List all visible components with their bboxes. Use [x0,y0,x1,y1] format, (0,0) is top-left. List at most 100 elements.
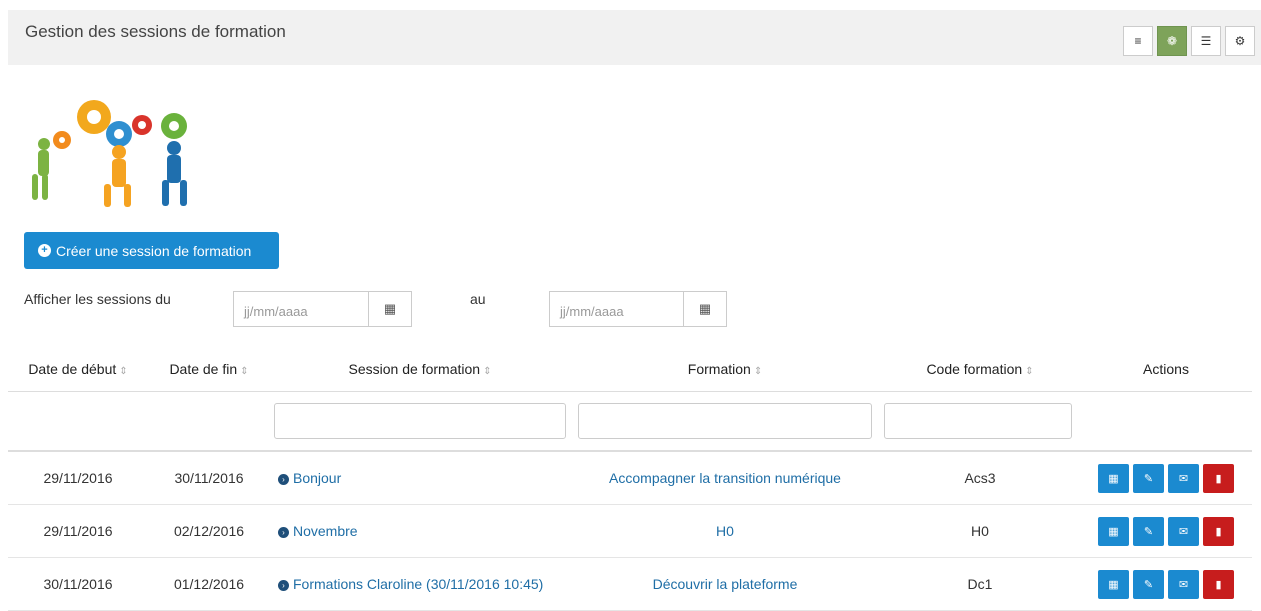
start-date: 29/11/2016 [8,504,148,558]
actions-cell: ▦ ✎ ✉ ▮ [1080,504,1252,558]
person-blue [162,141,187,206]
date-to-input[interactable]: jj/mm/aaaa [550,292,683,326]
code-filter-input[interactable] [884,403,1072,439]
formation-cell: Accompagner la transition numérique [570,451,880,505]
sort-icon: ⇕ [483,365,492,377]
end-date: 30/11/2016 [148,451,270,505]
email-button[interactable]: ✉ [1168,569,1199,599]
calendar-icon: ▦ [1108,472,1119,485]
column-header-actions: Actions [1080,346,1252,392]
database-view-button[interactable]: ☰ [1191,26,1221,56]
calendar-icon[interactable]: ▦ [368,292,411,326]
calendar-button[interactable]: ▦ [1098,463,1129,493]
column-header-start[interactable]: Date de début ⇕ [8,346,148,392]
date-to-field[interactable]: jj/mm/aaaa ▦ [549,291,727,327]
view-switcher: ≡ ❁ ☰ ⚙ [1123,26,1255,56]
actions-cell: ▦ ✎ ✉ ▮ [1080,557,1252,611]
sort-icon: ⇕ [753,365,763,377]
page-header: Gestion des sessions de formation ≡ ❁ ☰ … [8,10,1261,65]
edit-icon: ✎ [1143,472,1154,485]
gear-icon-orange [77,100,111,134]
gear-icon-green [161,113,187,139]
filter-from-label: Afficher les sessions du [24,291,171,307]
formation-link[interactable]: Découvrir la plateforme [653,576,798,592]
formation-link[interactable]: H0 [716,523,734,539]
formation-link[interactable]: Accompagner la transition numérique [609,470,841,486]
trash-icon: ▮ [1215,525,1222,538]
calendar-icon: ▦ [1108,525,1119,538]
trash-icon: ▮ [1215,472,1222,485]
page-title: Gestion des sessions de formation [25,22,286,41]
session-filter-input[interactable] [274,403,566,439]
person-orange [104,145,131,207]
gear-icon-red [132,115,152,135]
start-date: 30/11/2016 [8,557,148,611]
calendar-view-button[interactable]: ❁ [1157,26,1187,56]
table-row: 29/11/2016 30/11/2016 › Bonjour Accompagn… [8,451,1252,505]
column-header-session[interactable]: Session de formation ⇕ [270,346,570,392]
email-button[interactable]: ✉ [1168,516,1199,546]
gears-people-logo [32,100,187,207]
gear-icon-blue [106,121,132,147]
end-date: 02/12/2016 [148,504,270,558]
settings-button[interactable]: ⚙ [1225,26,1255,56]
create-session-label: Créer une session de formation [56,242,252,259]
actions-cell: ▦ ✎ ✉ ▮ [1080,451,1252,505]
chevron-right-icon: › [278,579,289,591]
envelope-icon: ✉ [1178,525,1189,538]
formation-filter-input[interactable] [578,403,872,439]
start-date: 29/11/2016 [8,451,148,505]
code-cell: H0 [880,504,1080,558]
end-date: 01/12/2016 [148,557,270,611]
table-header-row: Date de début ⇕ Date de fin ⇕ Session de f… [8,346,1252,392]
gear-icon-small-orange [53,131,71,149]
code-cell: Dc1 [880,557,1080,611]
list-view-button[interactable]: ≡ [1123,26,1153,56]
filter-to-label: au [470,291,486,307]
session-link[interactable]: Novembre [293,523,358,539]
column-header-formation[interactable]: Formation ⇕ [570,346,880,392]
column-header-end[interactable]: Date de fin ⇕ [148,346,270,392]
session-link[interactable]: Bonjour [293,470,341,486]
delete-button[interactable]: ▮ [1203,516,1234,546]
formation-cell: H0 [570,504,880,558]
edit-button[interactable]: ✎ [1133,569,1164,599]
list-icon: ≡ [1134,34,1142,48]
edit-icon: ✎ [1143,525,1154,538]
date-from-input[interactable]: jj/mm/aaaa [234,292,368,326]
table-row: 29/11/2016 02/12/2016 › Novembre H0 H0 ▦ … [8,504,1252,558]
sessions-table: Date de début ⇕ Date de fin ⇕ Session de f… [8,346,1252,611]
edit-button[interactable]: ✎ [1133,463,1164,493]
session-cell: › Bonjour [270,451,570,505]
formation-cell: Découvrir la plateforme [570,557,880,611]
settings-icon: ⚙ [1234,34,1246,48]
database-icon: ☰ [1200,34,1212,48]
code-cell: Acs3 [880,451,1080,505]
envelope-icon: ✉ [1178,578,1189,591]
calendar-icon[interactable]: ▦ [683,292,726,326]
chevron-right-icon: › [278,473,289,485]
session-link[interactable]: Formations Claroline (30/11/2016 10:45) [293,576,543,592]
delete-button[interactable]: ▮ [1203,569,1234,599]
edit-icon: ✎ [1143,578,1154,591]
table-row: 30/11/2016 01/12/2016 › Formations Clarol… [8,557,1252,611]
chevron-right-icon: › [278,526,289,538]
email-button[interactable]: ✉ [1168,463,1199,493]
calendar-button[interactable]: ▦ [1098,569,1129,599]
trash-icon: ▮ [1215,578,1222,591]
sort-icon: ⇕ [119,365,128,377]
envelope-icon: ✉ [1178,472,1189,485]
edit-button[interactable]: ✎ [1133,516,1164,546]
delete-button[interactable]: ▮ [1203,463,1234,493]
filter-row [8,391,1252,452]
date-from-field[interactable]: jj/mm/aaaa ▦ [233,291,412,327]
plus-circle-icon: + [38,244,51,257]
column-header-code[interactable]: Code formation ⇕ [880,346,1080,392]
calendar-button[interactable]: ▦ [1098,516,1129,546]
sort-icon: ⇕ [240,365,249,377]
person-green [32,138,50,200]
create-session-button[interactable]: + Créer une session de formation [24,232,279,269]
session-cell: › Novembre [270,504,570,558]
calendar-gears-icon: ❁ [1166,34,1178,48]
calendar-icon: ▦ [1108,578,1119,591]
